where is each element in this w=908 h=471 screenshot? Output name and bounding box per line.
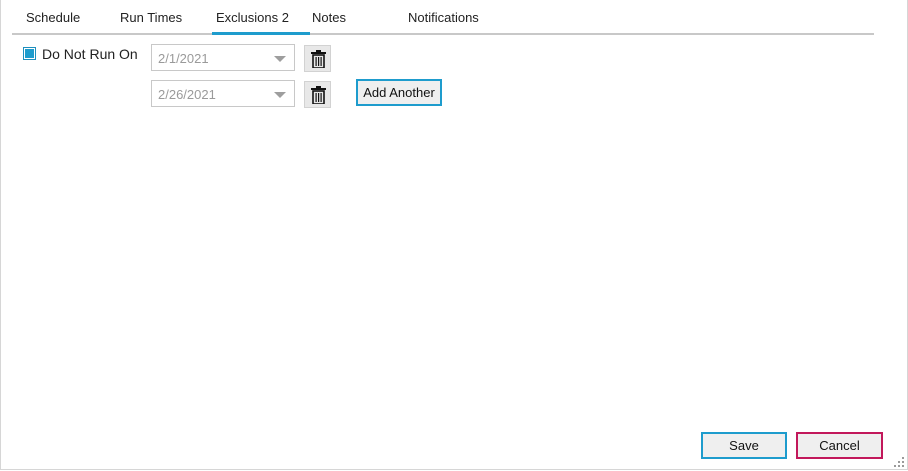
do-not-run-on-label: Do Not Run On	[42, 46, 138, 62]
tab-notifications[interactable]: Notifications	[408, 10, 479, 25]
do-not-run-on-checkbox[interactable]	[23, 47, 36, 60]
tab-notes[interactable]: Notes	[312, 10, 346, 25]
tab-run-times[interactable]: Run Times	[120, 10, 182, 25]
tab-bar-divider	[12, 33, 874, 35]
checkbox-check-mark	[25, 49, 34, 58]
delete-date-button[interactable]	[304, 45, 331, 72]
chevron-down-icon[interactable]	[274, 56, 286, 62]
exclusion-date-picker[interactable]: 2/26/2021	[151, 80, 295, 107]
resize-grip-icon[interactable]	[894, 457, 904, 467]
dialog-frame	[0, 0, 908, 470]
tab-exclusions[interactable]: Exclusions 2	[216, 10, 289, 25]
tab-schedule[interactable]: Schedule	[26, 10, 80, 25]
exclusion-date-picker[interactable]: 2/1/2021	[151, 44, 295, 71]
cancel-button[interactable]: Cancel	[796, 432, 883, 459]
delete-date-button[interactable]	[304, 81, 331, 108]
trash-icon	[311, 50, 326, 68]
date-value: 2/1/2021	[158, 51, 209, 66]
chevron-down-icon[interactable]	[274, 92, 286, 98]
active-tab-indicator	[212, 32, 310, 35]
date-value: 2/26/2021	[158, 87, 216, 102]
add-another-button[interactable]: Add Another	[356, 79, 442, 106]
trash-icon	[311, 86, 326, 104]
save-button[interactable]: Save	[701, 432, 787, 459]
